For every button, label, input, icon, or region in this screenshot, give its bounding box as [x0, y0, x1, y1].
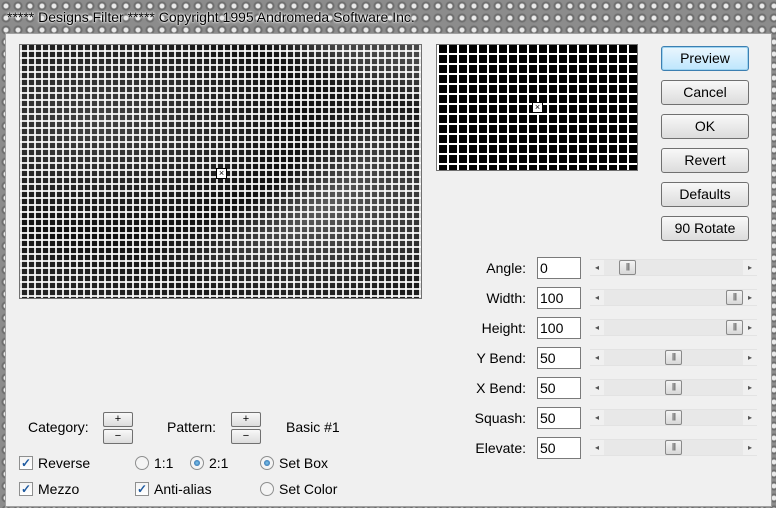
- slider-left-arrow-icon[interactable]: ◂: [590, 440, 604, 455]
- ratio-1-1-label: 1:1: [154, 455, 174, 471]
- slider-thumb[interactable]: |||: [726, 290, 743, 305]
- param-slider[interactable]: ◂ ▸ |||: [590, 259, 757, 276]
- slider-right-arrow-icon[interactable]: ▸: [743, 290, 757, 305]
- ok-button[interactable]: OK: [661, 114, 749, 139]
- mezzo-label: Mezzo: [38, 481, 80, 497]
- slider-thumb[interactable]: |||: [665, 350, 682, 365]
- filter-dialog: × × Preview Cancel OK Revert Defaults 90…: [5, 33, 772, 507]
- param-label: Elevate:: [475, 440, 526, 456]
- slider-right-arrow-icon[interactable]: ▸: [743, 320, 757, 335]
- param-value-input[interactable]: [537, 437, 581, 459]
- param-value-input[interactable]: [537, 407, 581, 429]
- revert-button[interactable]: Revert: [661, 148, 749, 173]
- param-slider[interactable]: ◂ ▸ |||: [590, 439, 757, 456]
- param-slider[interactable]: ◂ ▸ |||: [590, 289, 757, 306]
- slider-track[interactable]: [604, 290, 743, 305]
- slider-track[interactable]: [604, 320, 743, 335]
- param-value-input[interactable]: [537, 257, 581, 279]
- param-slider[interactable]: ◂ ▸ |||: [590, 349, 757, 366]
- param-slider[interactable]: ◂ ▸ |||: [590, 409, 757, 426]
- pattern-minus-button[interactable]: −: [231, 429, 261, 444]
- param-value-input[interactable]: [537, 347, 581, 369]
- ratio-2-1-label: 2:1: [209, 455, 229, 471]
- slider-right-arrow-icon[interactable]: ▸: [743, 410, 757, 425]
- window-title-bar: ***** Designs Filter ***** Copyright 199…: [0, 0, 776, 34]
- slider-right-arrow-icon[interactable]: ▸: [743, 350, 757, 365]
- slider-left-arrow-icon[interactable]: ◂: [590, 380, 604, 395]
- pattern-name: Basic #1: [286, 419, 340, 435]
- slider-thumb[interactable]: |||: [665, 410, 682, 425]
- ratio-1-1-radio[interactable]: [135, 456, 149, 470]
- param-label: Width:: [486, 290, 526, 306]
- crosshair-icon: ×: [216, 168, 227, 179]
- param-label: Angle:: [486, 260, 526, 276]
- category-plus-button[interactable]: +: [103, 412, 133, 427]
- param-slider[interactable]: ◂ ▸ |||: [590, 319, 757, 336]
- set-box-label: Set Box: [279, 455, 329, 471]
- rotate-90-button[interactable]: 90 Rotate: [661, 216, 749, 241]
- anti-alias-label: Anti-alias: [154, 481, 212, 497]
- slider-left-arrow-icon[interactable]: ◂: [590, 350, 604, 365]
- reverse-label: Reverse: [38, 455, 91, 471]
- slider-left-arrow-icon[interactable]: ◂: [590, 410, 604, 425]
- pattern-label: Pattern:: [167, 419, 217, 435]
- slider-right-arrow-icon[interactable]: ▸: [743, 380, 757, 395]
- slider-right-arrow-icon[interactable]: ▸: [743, 260, 757, 275]
- category-stepper: + −: [103, 412, 133, 444]
- slider-thumb[interactable]: |||: [726, 320, 743, 335]
- slider-left-arrow-icon[interactable]: ◂: [590, 320, 604, 335]
- pattern-plus-button[interactable]: +: [231, 412, 261, 427]
- slider-left-arrow-icon[interactable]: ◂: [590, 290, 604, 305]
- set-color-radio[interactable]: [260, 482, 274, 496]
- category-label: Category:: [28, 419, 89, 435]
- defaults-button[interactable]: Defaults: [661, 182, 749, 207]
- param-label: Y Bend:: [476, 350, 526, 366]
- param-value-input[interactable]: [537, 287, 581, 309]
- anti-alias-checkbox[interactable]: ✓: [135, 482, 149, 496]
- pattern-thumbnail[interactable]: ×: [436, 44, 638, 171]
- set-color-label: Set Color: [279, 481, 338, 497]
- window-title: ***** Designs Filter ***** Copyright 199…: [7, 9, 415, 25]
- slider-left-arrow-icon[interactable]: ◂: [590, 260, 604, 275]
- preview-button[interactable]: Preview: [661, 46, 749, 71]
- mezzo-checkbox[interactable]: ✓: [19, 482, 33, 496]
- param-value-input[interactable]: [537, 377, 581, 399]
- set-box-radio[interactable]: [260, 456, 274, 470]
- cancel-button[interactable]: Cancel: [661, 80, 749, 105]
- main-preview-canvas[interactable]: ×: [19, 44, 422, 299]
- slider-thumb[interactable]: |||: [665, 440, 682, 455]
- slider-thumb[interactable]: |||: [665, 380, 682, 395]
- reverse-checkbox[interactable]: ✓: [19, 456, 33, 470]
- param-value-input[interactable]: [537, 317, 581, 339]
- pattern-stepper: + −: [231, 412, 261, 444]
- category-minus-button[interactable]: −: [103, 429, 133, 444]
- param-slider[interactable]: ◂ ▸ |||: [590, 379, 757, 396]
- crosshair-icon: ×: [532, 102, 543, 113]
- ratio-2-1-radio[interactable]: [190, 456, 204, 470]
- param-label: X Bend:: [476, 380, 526, 396]
- slider-thumb[interactable]: |||: [619, 260, 636, 275]
- param-label: Height:: [481, 320, 526, 336]
- param-label: Squash:: [474, 410, 526, 426]
- slider-right-arrow-icon[interactable]: ▸: [743, 440, 757, 455]
